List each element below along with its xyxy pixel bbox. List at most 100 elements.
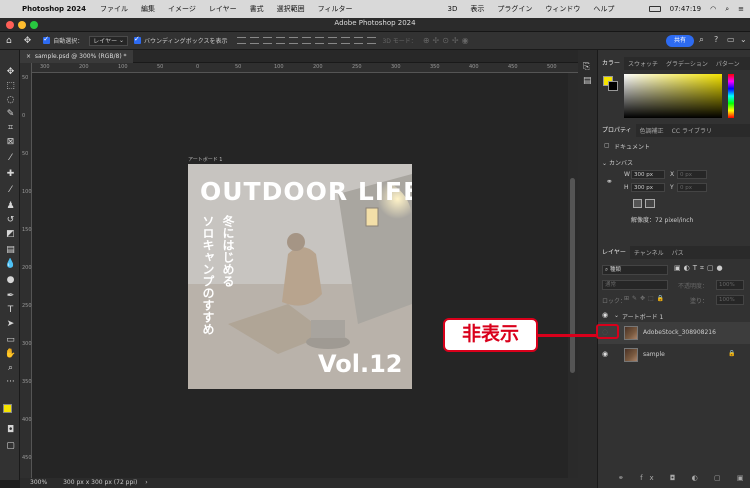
help-icon[interactable]: ?: [714, 35, 718, 44]
move-tool-icon[interactable]: ✥: [24, 36, 32, 46]
tab-patterns[interactable]: パターン: [712, 59, 744, 68]
color-bg-swatch[interactable]: [608, 81, 618, 91]
brush-tool-icon[interactable]: ⁄: [4, 184, 17, 197]
dodge-tool-icon[interactable]: ●: [4, 274, 17, 287]
hue-slider[interactable]: [728, 74, 734, 118]
tab-paths[interactable]: パス: [668, 248, 688, 257]
move-tool-icon[interactable]: ✥: [4, 66, 17, 79]
gradient-tool-icon[interactable]: ▤: [4, 244, 17, 257]
search-icon[interactable]: ⌕: [725, 5, 729, 14]
height-field[interactable]: 300 px: [631, 183, 665, 192]
control-center-icon[interactable]: ≡: [738, 5, 744, 13]
zoom-level[interactable]: 300%: [30, 479, 47, 486]
auto-select-dropdown[interactable]: レイヤー ⌄: [89, 35, 129, 46]
fill-field[interactable]: 100%: [716, 295, 744, 305]
tab-cc-libraries[interactable]: CC ライブラリ: [668, 126, 716, 135]
clock-text[interactable]: 07:47:19: [670, 5, 701, 13]
auto-select-checkbox[interactable]: 自動選択：: [43, 35, 83, 45]
eye-icon[interactable]: ◉: [602, 350, 608, 358]
menu-image[interactable]: イメージ: [168, 4, 196, 14]
menu-select[interactable]: 選択範囲: [277, 4, 305, 14]
bounding-box-checkbox[interactable]: バウンディングボックスを表示: [134, 35, 227, 45]
panel-settings-icon[interactable]: ⌄: [740, 35, 747, 44]
landscape-icon[interactable]: [645, 199, 655, 208]
tab-adjustments[interactable]: 色調補正: [636, 126, 668, 135]
layer-filter-dropdown[interactable]: ⌕ 種類: [602, 265, 668, 275]
layer-row-adobestock[interactable]: ◌ AdobeStock_308908216: [598, 322, 750, 344]
marquee-tool-icon[interactable]: ⬚: [4, 80, 17, 93]
menu-layer[interactable]: レイヤー: [209, 4, 237, 14]
status-chevron-icon[interactable]: ›: [145, 479, 147, 486]
artboard-1[interactable]: OUTDOOR LIFE 冬にはじめる ソロキャンプのすすめ Vol.12: [188, 164, 412, 389]
chevron-down-icon[interactable]: ⌄: [614, 312, 619, 319]
path-select-icon[interactable]: ➤: [4, 318, 17, 331]
portrait-icon[interactable]: [633, 199, 642, 208]
tab-color[interactable]: カラー: [598, 57, 625, 70]
color-picker-field[interactable]: [624, 74, 722, 118]
share-button[interactable]: 共有: [666, 35, 694, 47]
comments-panel-icon[interactable]: ▤: [583, 76, 592, 86]
more-tools-icon[interactable]: ···: [4, 376, 17, 389]
link-icon[interactable]: ⚭: [606, 177, 613, 186]
layer-row-sample[interactable]: ◉ sample 🔒: [598, 344, 750, 366]
quick-mask-icon[interactable]: ◘: [4, 424, 17, 437]
home-icon[interactable]: ⌂: [6, 36, 12, 46]
document-info[interactable]: 300 px x 300 px (72 ppi): [63, 479, 137, 486]
foreground-color-swatch[interactable]: [3, 404, 12, 413]
history-brush-icon[interactable]: ↺: [4, 214, 17, 227]
tab-swatches[interactable]: スウォッチ: [624, 59, 662, 68]
stamp-tool-icon[interactable]: ♟: [4, 200, 17, 213]
history-panel-icon[interactable]: ⎘: [583, 62, 590, 72]
layer-filter-icons[interactable]: ▣◐T⌗▢●: [674, 264, 726, 273]
menu-file[interactable]: ファイル: [100, 4, 128, 14]
vertical-scrollbar[interactable]: [568, 73, 578, 478]
width-field[interactable]: 300 px: [631, 170, 665, 179]
workspace-icon[interactable]: ▭: [727, 35, 735, 44]
y-field[interactable]: 0 px: [677, 183, 707, 192]
frame-tool-icon[interactable]: ⊠: [4, 136, 17, 149]
tab-channels[interactable]: チャンネル: [630, 248, 668, 257]
blur-tool-icon[interactable]: 💧: [4, 258, 17, 271]
zoom-tool-icon[interactable]: ⌕: [4, 362, 17, 375]
shape-tool-icon[interactable]: ▭: [4, 334, 17, 347]
menu-type[interactable]: 書式: [250, 4, 264, 14]
pen-tool-icon[interactable]: ✒: [4, 290, 17, 303]
menu-help[interactable]: ヘルプ: [593, 4, 614, 14]
healing-tool-icon[interactable]: ✚: [4, 168, 17, 181]
align-buttons[interactable]: [233, 37, 377, 44]
blend-mode-dropdown[interactable]: 通常: [602, 280, 668, 290]
artboard-label[interactable]: アートボード 1: [188, 156, 222, 163]
menu-window[interactable]: ウィンドウ: [545, 4, 580, 14]
menu-3d[interactable]: 3D: [448, 5, 458, 13]
layer-group-artboard[interactable]: ◉ ⌄ アートボード 1: [598, 309, 750, 322]
opacity-field[interactable]: 100%: [716, 280, 744, 290]
crop-tool-icon[interactable]: ⌗: [4, 122, 17, 135]
menu-view[interactable]: 表示: [470, 4, 484, 14]
3d-tools-icons[interactable]: ⊕✢⊙✢◉: [423, 36, 472, 45]
eyedropper-tool-icon[interactable]: ⁄: [4, 152, 17, 165]
menu-edit[interactable]: 編集: [141, 4, 155, 14]
layer-footer-icons[interactable]: ⚭ fx ◘ ◐ ▢ ▣ ⌫: [618, 474, 750, 482]
battery-icon[interactable]: [648, 6, 661, 12]
tab-sample-psd[interactable]: × sample.psd @ 300% (RGB/8) *: [20, 50, 133, 63]
tab-layers[interactable]: レイヤー: [598, 246, 630, 259]
app-menu[interactable]: Photoshop 2024: [22, 5, 86, 13]
eye-icon[interactable]: ◉: [602, 311, 608, 319]
canvas-section-header[interactable]: ⌄ カンバス: [602, 158, 633, 167]
scrollbar-thumb[interactable]: [570, 178, 575, 373]
close-tab-icon[interactable]: ×: [26, 53, 31, 60]
screen-mode-icon[interactable]: ▢: [4, 440, 17, 453]
lasso-tool-icon[interactable]: ◌: [4, 94, 17, 107]
eraser-tool-icon[interactable]: ◩: [4, 228, 17, 241]
x-field[interactable]: 0 px: [677, 170, 707, 179]
type-tool-icon[interactable]: T: [4, 304, 17, 317]
wifi-icon[interactable]: ◠: [710, 5, 716, 13]
tab-properties[interactable]: プロパティ: [598, 124, 636, 137]
menu-filter[interactable]: フィルター: [318, 4, 353, 14]
tab-gradients[interactable]: グラデーション: [662, 59, 712, 68]
menu-plugins[interactable]: プラグイン: [497, 4, 532, 14]
hand-tool-icon[interactable]: ✋: [4, 348, 17, 361]
search-icon[interactable]: ⌕: [699, 35, 704, 45]
quick-select-tool-icon[interactable]: ✎: [4, 108, 17, 121]
lock-icons[interactable]: ⊞✎✥⬚🔒: [624, 295, 667, 302]
